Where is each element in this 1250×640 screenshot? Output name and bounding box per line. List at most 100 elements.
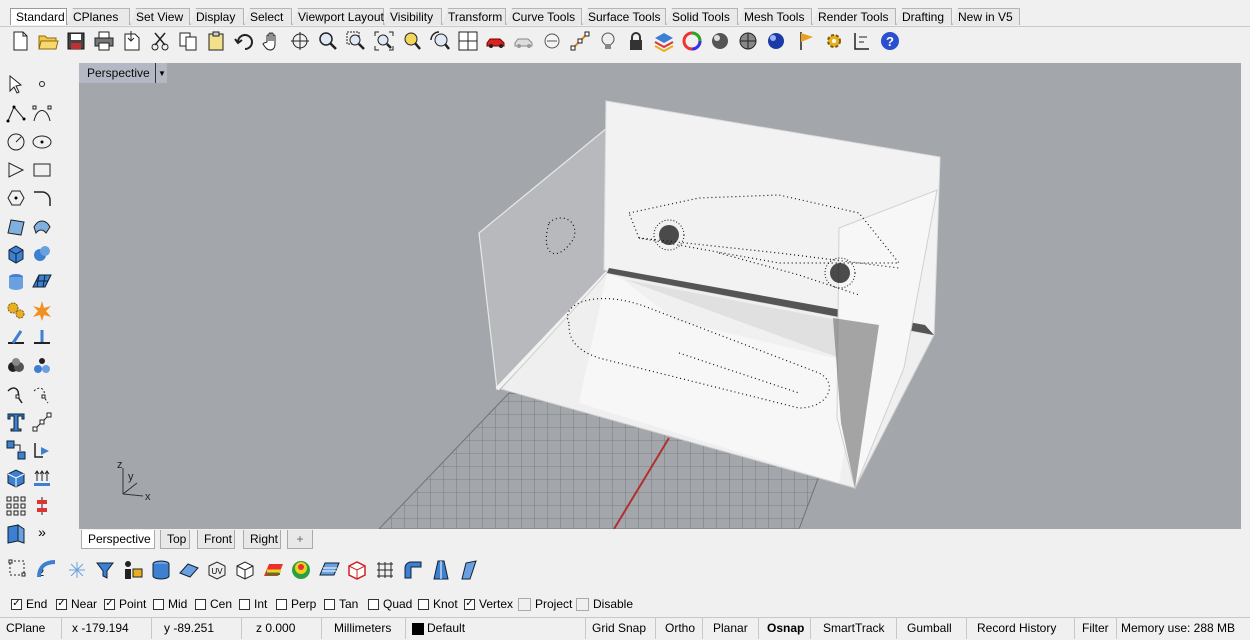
box-solid-icon[interactable] — [4, 242, 28, 266]
four-viewports-icon[interactable] — [456, 29, 480, 53]
tab-curve-tools[interactable]: Curve Tools — [506, 8, 582, 25]
sphere-solid-icon[interactable] — [30, 242, 54, 266]
grid-array-icon[interactable] — [4, 494, 28, 518]
tab-surface-tools[interactable]: Surface Tools — [582, 8, 666, 25]
flag-tool-icon[interactable] — [796, 29, 820, 53]
tab-select[interactable]: Select — [244, 8, 292, 25]
array-icon[interactable] — [4, 438, 28, 462]
polyline-icon[interactable] — [4, 102, 28, 126]
paste-icon[interactable] — [204, 29, 228, 53]
surface-patch-icon[interactable] — [34, 557, 60, 583]
osnap-tan-checkbox[interactable] — [324, 598, 335, 610]
osnap-cen-checkbox[interactable] — [195, 598, 206, 610]
surface-tools-icon[interactable] — [4, 522, 28, 546]
osnap-knot-checkbox[interactable] — [418, 598, 429, 610]
osnap-perp-checkbox[interactable] — [276, 598, 287, 610]
view-tab-top[interactable]: Top — [160, 530, 190, 549]
tab-render-tools[interactable]: Render Tools — [812, 8, 896, 25]
planar-toggle[interactable]: Planar — [703, 618, 759, 639]
tab-visibility[interactable]: Visibility — [384, 8, 442, 25]
zebra-analysis-icon[interactable] — [260, 557, 286, 583]
ellipse-icon[interactable] — [30, 130, 54, 154]
surface-extrude-icon[interactable] — [30, 214, 54, 238]
perspective-viewport[interactable]: Perspective ▼ z y x — [79, 63, 1241, 529]
unroll-icon[interactable] — [176, 557, 202, 583]
draft-angle-icon[interactable] — [316, 557, 342, 583]
circle-icon[interactable] — [4, 130, 28, 154]
import-icon[interactable] — [120, 29, 144, 53]
copy-icon[interactable] — [176, 29, 200, 53]
osnap-perp[interactable]: Perp — [276, 596, 316, 612]
curve-cv-icon[interactable] — [30, 102, 54, 126]
tab-solid-tools[interactable]: Solid Tools — [666, 8, 738, 25]
print-icon[interactable] — [92, 29, 116, 53]
funnel-icon[interactable] — [92, 557, 118, 583]
control-points-icon[interactable] — [6, 557, 32, 583]
material-sphere-icon[interactable] — [764, 29, 788, 53]
ortho-toggle[interactable]: Ortho — [656, 618, 703, 639]
osnap-point-checkbox[interactable]: ✓ — [104, 598, 115, 610]
osnap-tan[interactable]: Tan — [324, 596, 358, 612]
osnap-end[interactable]: ✓ End — [11, 596, 47, 612]
record-history-toggle[interactable]: Record History — [967, 618, 1075, 639]
trim-icon[interactable] — [4, 326, 28, 350]
view-tab-perspective[interactable]: Perspective — [81, 530, 155, 549]
point-grid-icon[interactable] — [372, 557, 398, 583]
tab-transform[interactable]: Transform — [442, 8, 506, 25]
zoom-window-icon[interactable] — [344, 29, 368, 53]
curvature-sphere-icon[interactable] — [288, 557, 314, 583]
layer-indicator[interactable]: Default — [406, 618, 586, 639]
units-indicator[interactable]: Millimeters — [322, 618, 406, 639]
grid-snap-toggle[interactable]: Grid Snap — [586, 618, 656, 639]
arc-icon[interactable] — [4, 158, 28, 182]
tab-drafting[interactable]: Drafting — [896, 8, 952, 25]
new-file-icon[interactable] — [8, 29, 32, 53]
osnap-disable-checkbox[interactable] — [576, 597, 589, 611]
surface-corner-icon[interactable] — [4, 214, 28, 238]
cylinder-stack-icon[interactable] — [148, 557, 174, 583]
osnap-int[interactable]: Int — [239, 596, 267, 612]
ghosted-car-icon[interactable] — [512, 29, 536, 53]
cylinder-solid-icon[interactable] — [4, 270, 28, 294]
save-icon[interactable] — [64, 29, 88, 53]
osnap-project-checkbox[interactable] — [518, 597, 531, 611]
tab-mesh-tools[interactable]: Mesh Tools — [738, 8, 812, 25]
color-wheel-icon[interactable] — [680, 29, 704, 53]
osnap-quad[interactable]: Quad — [368, 596, 412, 612]
open-folder-icon[interactable] — [36, 29, 60, 53]
fillet-curve-icon[interactable] — [30, 186, 54, 210]
zoom-dynamic-icon[interactable] — [316, 29, 340, 53]
rotate-view-icon[interactable] — [288, 29, 312, 53]
points-on-icon[interactable] — [568, 29, 592, 53]
osnap-mid[interactable]: Mid — [153, 596, 187, 612]
tab-cplanes[interactable]: CPlanes — [67, 8, 130, 25]
named-views-car-icon[interactable] — [484, 29, 508, 53]
more-tools-chevron-icon[interactable]: » — [30, 520, 54, 544]
tab-standard[interactable]: Standard — [10, 8, 67, 25]
point-icon[interactable] — [30, 72, 54, 96]
split-face-icon[interactable] — [428, 557, 454, 583]
sparkle-icon[interactable] — [64, 557, 90, 583]
split-icon[interactable] — [30, 326, 54, 350]
group-icon[interactable] — [30, 354, 54, 378]
filter-toggle[interactable]: Filter — [1075, 618, 1117, 639]
osnap-disable[interactable]: Disable — [576, 596, 633, 612]
red-box-icon[interactable] — [344, 557, 370, 583]
osnap-mid-checkbox[interactable] — [153, 598, 164, 610]
options-gear-icon[interactable] — [822, 29, 846, 53]
block-cube-icon[interactable] — [4, 466, 28, 490]
osnap-point[interactable]: ✓ Point — [104, 596, 146, 612]
osnap-vertex[interactable]: ✓ Vertex — [464, 596, 513, 612]
text-tool-icon[interactable] — [4, 410, 28, 434]
add-view-tab-button[interactable]: + — [287, 530, 313, 549]
dimension-tool-icon[interactable] — [850, 29, 874, 53]
cplane-indicator[interactable]: CPlane — [0, 618, 62, 639]
shaded-sphere-icon[interactable] — [736, 29, 760, 53]
uv-cube-icon[interactable]: UV — [204, 557, 230, 583]
analyze-icon[interactable] — [30, 494, 54, 518]
select-arrow-icon[interactable] — [4, 72, 28, 96]
osnap-cen[interactable]: Cen — [195, 596, 232, 612]
zoom-extents-icon[interactable] — [372, 29, 396, 53]
tab-viewport-layout[interactable]: Viewport Layout — [292, 8, 384, 25]
transform-icon[interactable] — [30, 438, 54, 462]
